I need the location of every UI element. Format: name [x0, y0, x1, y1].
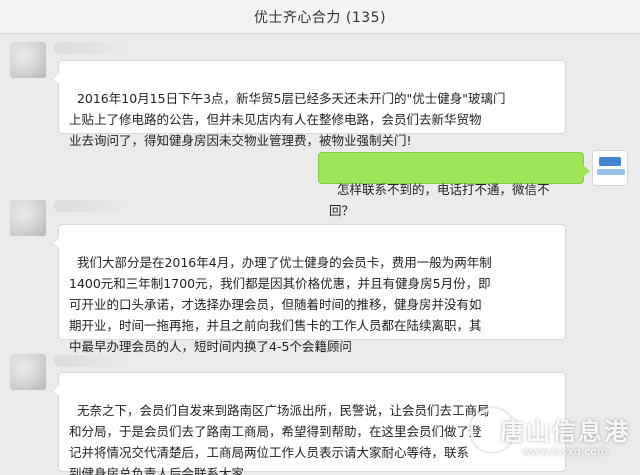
sender-nickname-blurred	[54, 355, 144, 367]
message-text: 怎样联系不到的，电话打不通，微信不回？	[329, 182, 550, 218]
self-avatar[interactable]	[592, 150, 628, 186]
message-text: 2016年10月15日下午3点，新华贸5层已经多天还未开门的"优士健身"玻璃门 …	[69, 91, 506, 148]
brand-logo-icon	[599, 157, 621, 166]
sender-avatar[interactable]	[10, 42, 46, 78]
message-bubble-self[interactable]: 怎样联系不到的，电话打不通，微信不回？	[318, 152, 590, 218]
sender-avatar[interactable]	[10, 200, 46, 236]
chat-header: 优士齐心合力 (135)	[0, 0, 640, 34]
chat-title[interactable]: 优士齐心合力 (135)	[254, 7, 386, 27]
watermark-name: 唐山信息港	[500, 418, 630, 446]
brand-logo-bar	[597, 169, 625, 175]
message-bubble[interactable]: 我们大部分是在2016年4月，办理了优士健身的会员卡，费用一般为两年制 1400…	[52, 224, 566, 354]
sender-nickname-blurred	[54, 42, 144, 54]
watermark: 唐山信息港 www.tssxg.com	[500, 412, 630, 458]
sender-nickname-blurred	[54, 200, 144, 212]
message-text: 我们大部分是在2016年4月，办理了优士健身的会员卡，费用一般为两年制 1400…	[69, 255, 492, 354]
message-text: 无奈之下，会员们自发来到路南区广场派出所，民警说，让会员们去工商局 和分局，于是…	[69, 403, 490, 475]
sender-avatar[interactable]	[10, 354, 46, 390]
message-bubble[interactable]: 2016年10月15日下午3点，新华贸5层已经多天还未开门的"优士健身"玻璃门 …	[52, 60, 566, 148]
